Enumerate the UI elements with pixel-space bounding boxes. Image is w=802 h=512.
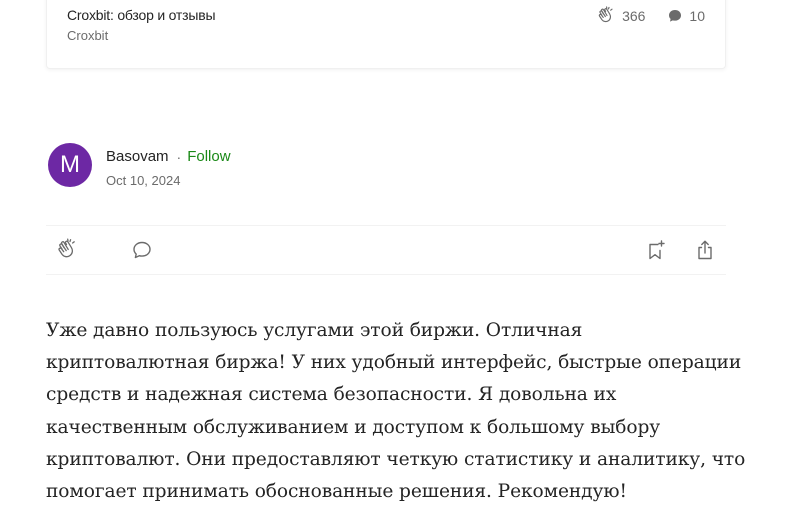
clap-button[interactable]: [55, 238, 79, 262]
author-line: Basovam · Follow: [106, 148, 231, 165]
response-icon: [130, 238, 154, 262]
response-count: 10: [689, 8, 705, 24]
related-story-stats: 366 10: [596, 6, 705, 26]
related-story-title[interactable]: Croxbit: обзор и отзывы: [67, 7, 216, 23]
response-button[interactable]: [130, 238, 154, 262]
clap-icon: [596, 6, 616, 26]
action-bar: [46, 225, 726, 275]
avatar[interactable]: M: [48, 143, 92, 187]
bookmark-button[interactable]: [643, 238, 667, 262]
response-body-text: Уже давно пользуюсь услугами этой биржи.…: [46, 320, 746, 503]
share-icon: [693, 238, 717, 262]
bookmark-add-icon: [643, 238, 667, 262]
author-name[interactable]: Basovam: [106, 148, 169, 165]
author-info: Basovam · Follow Oct 10, 2024: [106, 143, 231, 188]
separator-dot: ·: [176, 148, 182, 165]
follow-button[interactable]: Follow: [187, 148, 230, 165]
related-story-card[interactable]: Croxbit: обзор и отзывы Croxbit 366 10: [46, 0, 726, 69]
related-story-publication[interactable]: Croxbit: [67, 28, 108, 43]
speech-bubble-icon: [667, 8, 683, 24]
post-date: Oct 10, 2024: [106, 173, 181, 188]
clap-count: 366: [622, 8, 646, 24]
author-block: M Basovam · Follow Oct 10, 2024: [48, 143, 231, 188]
clap-icon: [55, 238, 79, 262]
share-button[interactable]: [693, 238, 717, 262]
